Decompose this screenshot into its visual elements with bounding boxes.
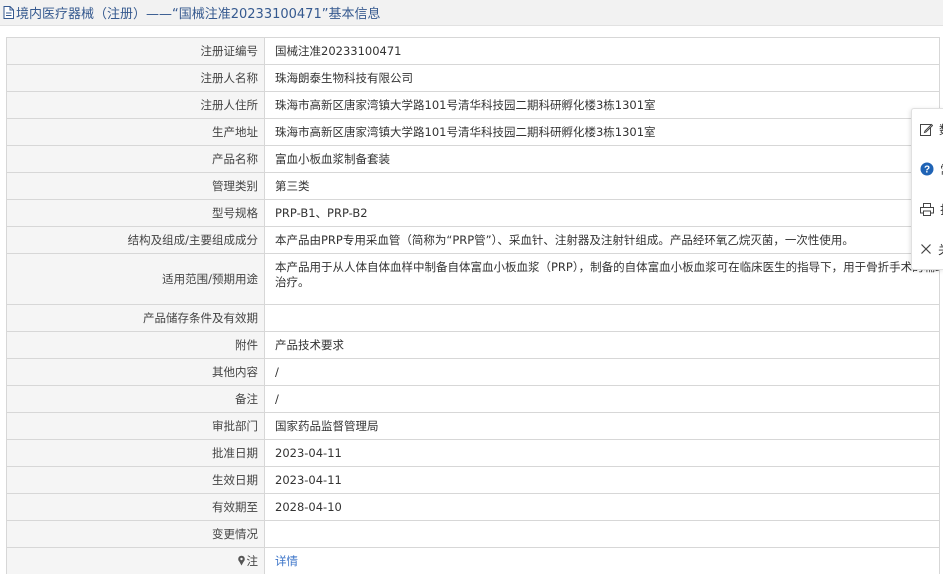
- details-link[interactable]: 详情: [275, 554, 298, 568]
- row-value-approval-department: 国家药品监督管理局: [264, 412, 940, 440]
- row-value-management-class: 第三类: [264, 172, 940, 200]
- table-row: 注册人住所 珠海市高新区唐家湾镇大学路101号清华科技园二期科研孵化楼3栋130…: [6, 91, 940, 119]
- row-label-registrant-name: 注册人名称: [6, 64, 265, 92]
- print-icon: [920, 202, 934, 216]
- table-row: 有效期至 2028-04-10: [6, 493, 940, 521]
- row-label-storage: 产品储存条件及有效期: [6, 304, 265, 332]
- table-row: 结构及组成/主要组成成分 本产品由PRP专用采血管（简称为“PRP管”）、采血针…: [6, 226, 940, 254]
- row-value-other: /: [264, 358, 940, 386]
- row-label-intended-use: 适用范围/预期用途: [6, 253, 265, 305]
- intended-use-line-1: 本产品用于从人体自体血样中制备自体富血小板血浆（PRP），制备的自体富血小板血浆…: [275, 260, 939, 274]
- detail-table: 注册证编号 国械注准20233100471 注册人名称 珠海朗泰生物科技有限公司…: [6, 37, 940, 574]
- note-label-text: 注: [246, 553, 259, 568]
- row-label-other: 其他内容: [6, 358, 265, 386]
- table-row: 产品名称 富血小板血浆制备套装: [6, 145, 940, 173]
- row-value-model-spec: PRP-B1、PRP-B2: [264, 199, 940, 227]
- svg-text:?: ?: [924, 165, 930, 176]
- table-row: 生效日期 2023-04-11: [6, 466, 940, 494]
- row-label-management-class: 管理类别: [6, 172, 265, 200]
- side-item-close[interactable]: 关: [912, 229, 943, 269]
- table-row: 注 详情: [6, 547, 940, 574]
- table-row: 审批部门 国家药品监督管理局: [6, 412, 940, 440]
- row-label-approval-department: 审批部门: [6, 412, 265, 440]
- row-value-note: 详情: [264, 547, 940, 574]
- row-value-storage: [264, 304, 940, 332]
- table-row: 生产地址 珠海市高新区唐家湾镇大学路101号清华科技园二期科研孵化楼3栋1301…: [6, 118, 940, 146]
- close-icon: [921, 244, 931, 254]
- page-header: 境内医疗器械（注册）——“国械注准20233100471”基本信息: [0, 0, 943, 26]
- row-label-model-spec: 型号规格: [6, 199, 265, 227]
- row-value-registrant-address: 珠海市高新区唐家湾镇大学路101号清华科技园二期科研孵化楼3栋1301室: [264, 91, 940, 119]
- row-value-effective-date: 2023-04-11: [264, 466, 940, 494]
- row-label-valid-until: 有效期至: [6, 493, 265, 521]
- row-value-registrant-name: 珠海朗泰生物科技有限公司: [264, 64, 940, 92]
- table-row: 附件 产品技术要求: [6, 331, 940, 359]
- table-row: 批准日期 2023-04-11: [6, 439, 940, 467]
- row-label-note: 注: [6, 547, 265, 574]
- row-label-registrant-address: 注册人住所: [6, 91, 265, 119]
- document-icon: [3, 6, 14, 19]
- row-label-attachment: 附件: [6, 331, 265, 359]
- page: 境内医疗器械（注册）——“国械注准20233100471”基本信息 注册证编号 …: [0, 0, 943, 574]
- row-label-registration-number: 注册证编号: [6, 37, 265, 65]
- row-label-remarks: 备注: [6, 385, 265, 413]
- row-value-changes: [264, 520, 940, 548]
- row-label-production-address: 生产地址: [6, 118, 265, 146]
- detail-table-wrapper: 注册证编号 国械注准20233100471 注册人名称 珠海朗泰生物科技有限公司…: [6, 37, 940, 574]
- edit-icon: [920, 123, 933, 136]
- row-label-changes: 变更情况: [6, 520, 265, 548]
- table-row: 备注 /: [6, 385, 940, 413]
- row-value-production-address: 珠海市高新区唐家湾镇大学路101号清华科技园二期科研孵化楼3栋1301室: [264, 118, 940, 146]
- side-item-data[interactable]: 数: [912, 109, 943, 149]
- side-item-close-label: 关: [938, 241, 943, 258]
- table-row: 其他内容 /: [6, 358, 940, 386]
- page-title: 境内医疗器械（注册）——“国械注准20233100471”基本信息: [16, 7, 381, 22]
- side-item-print[interactable]: 打: [912, 189, 943, 229]
- row-value-approval-date: 2023-04-11: [264, 439, 940, 467]
- intended-use-line-2: 治疗。: [275, 275, 310, 289]
- row-value-attachment: 产品技术要求: [264, 331, 940, 359]
- table-row: 注册证编号 国械注准20233100471: [6, 37, 940, 65]
- row-value-structure: 本产品由PRP专用采血管（简称为“PRP管”）、采血针、注射器及注射针组成。产品…: [264, 226, 940, 254]
- row-value-product-name: 富血小板血浆制备套装: [264, 145, 940, 173]
- floating-side-toolbar: 数 ? 常 打 关: [911, 108, 943, 270]
- table-row: 管理类别 第三类: [6, 172, 940, 200]
- table-row: 型号规格 PRP-B1、PRP-B2: [6, 199, 940, 227]
- pin-icon: [237, 555, 246, 566]
- table-row: 产品储存条件及有效期: [6, 304, 940, 332]
- row-label-product-name: 产品名称: [6, 145, 265, 173]
- row-value-remarks: /: [264, 385, 940, 413]
- row-label-structure: 结构及组成/主要组成成分: [6, 226, 265, 254]
- table-row: 注册人名称 珠海朗泰生物科技有限公司: [6, 64, 940, 92]
- row-value-registration-number: 国械注准20233100471: [264, 37, 940, 65]
- row-label-effective-date: 生效日期: [6, 466, 265, 494]
- row-label-approval-date: 批准日期: [6, 439, 265, 467]
- table-row: 适用范围/预期用途 本产品用于从人体自体血样中制备自体富血小板血浆（PRP），制…: [6, 253, 940, 305]
- row-value-intended-use: 本产品用于从人体自体血样中制备自体富血小板血浆（PRP），制备的自体富血小板血浆…: [264, 253, 940, 305]
- row-value-valid-until: 2028-04-10: [264, 493, 940, 521]
- side-item-data-label: 数: [939, 121, 943, 138]
- table-row: 变更情况: [6, 520, 940, 548]
- side-item-faq[interactable]: ? 常: [912, 149, 943, 189]
- help-icon: ?: [920, 162, 934, 176]
